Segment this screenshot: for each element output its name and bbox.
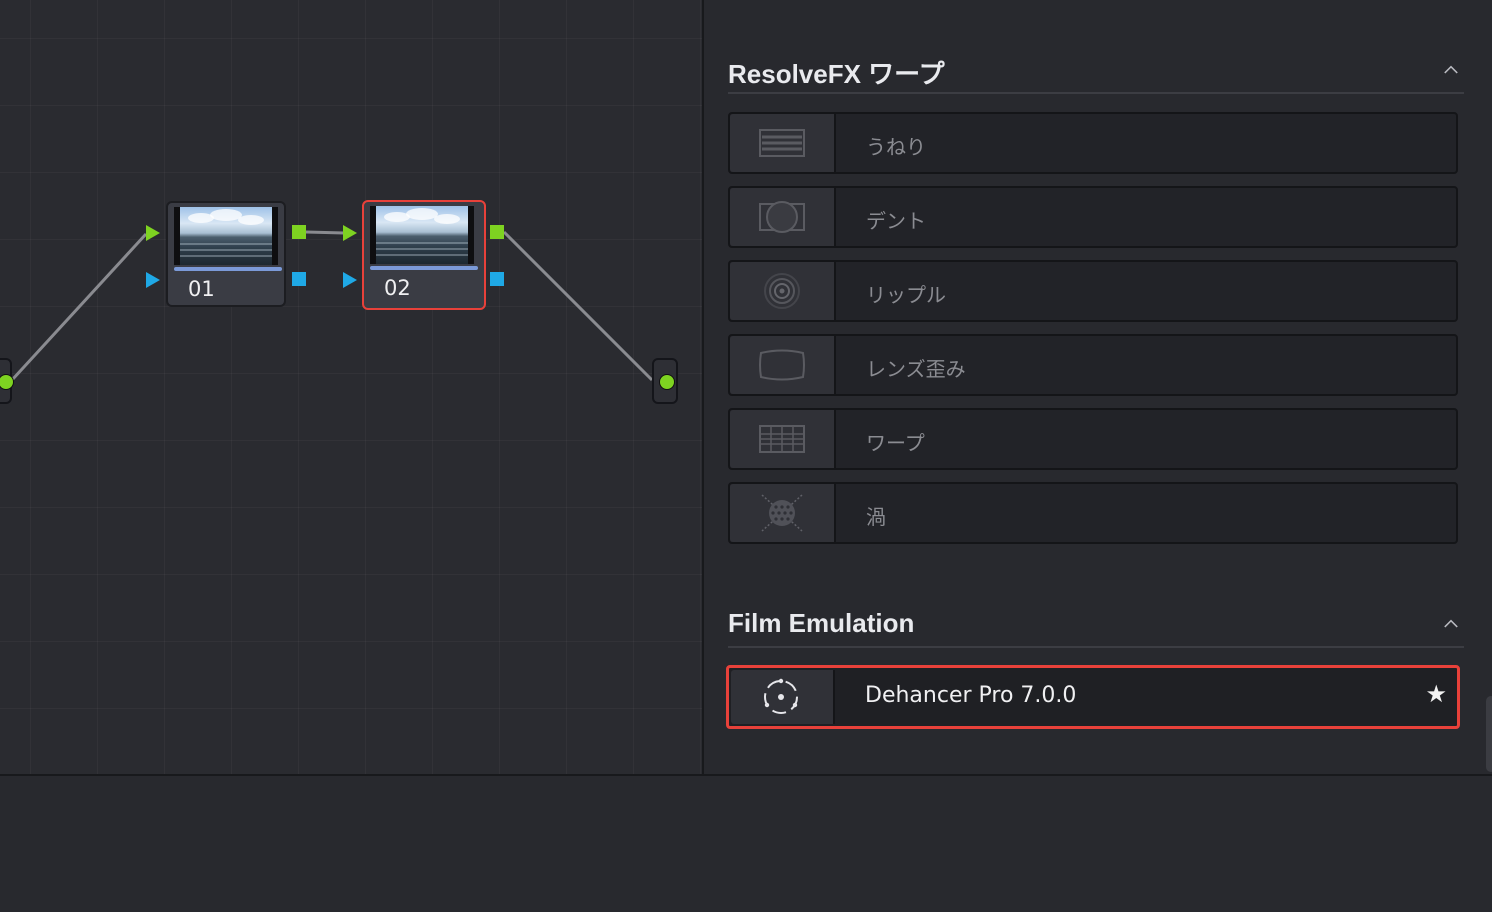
dehancer-icon <box>764 678 798 714</box>
vortex-icon <box>761 494 803 532</box>
fx-item-label: Dehancer Pro 7.0.0 <box>865 683 1077 708</box>
fx-item-label: リップル <box>866 283 946 307</box>
fx-item-waviness[interactable]: うねり <box>728 112 1458 174</box>
source-node[interactable] <box>0 358 14 404</box>
node-01-rgb-input[interactable] <box>146 225 160 241</box>
section-title-resolvefx-warp: ResolveFX ワープ <box>728 59 945 89</box>
section-divider <box>728 646 1464 648</box>
fx-item-label: 渦 <box>866 505 886 529</box>
lens-distortion-icon <box>759 349 805 381</box>
node-02-rgb-output[interactable] <box>490 225 504 239</box>
fx-item-label: ワープ <box>866 431 925 455</box>
output-node[interactable] <box>652 358 678 404</box>
effects-library-panel: ResolveFX ワープ うねり デント リップル レンズ歪み ワープ 渦 F… <box>704 0 1492 774</box>
fx-item-label: うねり <box>866 135 926 159</box>
connection-source-to-01 <box>10 232 148 382</box>
connection-01-to-02 <box>305 230 345 235</box>
collapse-chevron-icon[interactable] <box>1444 616 1458 630</box>
fx-item-dehancer-pro[interactable]: Dehancer Pro 7.0.0 ★ <box>726 665 1460 729</box>
library-scrollbar[interactable] <box>1486 696 1492 772</box>
node-02-alpha-output[interactable] <box>490 272 504 286</box>
warper-icon <box>759 425 805 453</box>
node-01-alpha-output[interactable] <box>292 272 306 286</box>
fx-item-dent[interactable]: デント <box>728 186 1458 248</box>
node-01[interactable]: 01 <box>166 201 286 307</box>
fx-item-label: レンズ歪み <box>866 357 966 381</box>
node-label: 01 <box>188 277 215 301</box>
fx-item-vortex[interactable]: 渦 <box>728 482 1458 544</box>
bottom-panel <box>0 776 1492 912</box>
section-divider <box>728 92 1464 94</box>
node-02-rgb-input[interactable] <box>343 225 357 241</box>
node-01-rgb-output[interactable] <box>292 225 306 239</box>
node-editor[interactable]: 01 02 <box>0 0 702 774</box>
output-input-dot[interactable] <box>659 374 675 390</box>
fx-item-label: デント <box>866 209 926 233</box>
source-output-dot[interactable] <box>0 374 14 390</box>
node-02[interactable]: 02 <box>362 200 486 310</box>
node-connections <box>10 230 654 382</box>
node-thumbnail <box>174 207 278 265</box>
fx-item-lens-distortion[interactable]: レンズ歪み <box>728 334 1458 396</box>
node-bar <box>174 267 282 271</box>
section-title-film-emulation: Film Emulation <box>728 608 915 638</box>
connection-02-to-output <box>502 230 654 382</box>
waviness-icon <box>759 129 805 157</box>
node-01-alpha-input[interactable] <box>146 272 160 288</box>
node-02-alpha-input[interactable] <box>343 272 357 288</box>
node-bar <box>370 266 478 270</box>
favorite-star-icon[interactable]: ★ <box>1425 682 1447 706</box>
node-label: 02 <box>384 276 411 300</box>
dent-icon <box>759 201 805 233</box>
fx-item-warper[interactable]: ワープ <box>728 408 1458 470</box>
ripple-icon <box>764 273 800 309</box>
collapse-chevron-icon[interactable] <box>1444 62 1458 76</box>
fx-item-ripple[interactable]: リップル <box>728 260 1458 322</box>
node-thumbnail <box>370 206 474 264</box>
